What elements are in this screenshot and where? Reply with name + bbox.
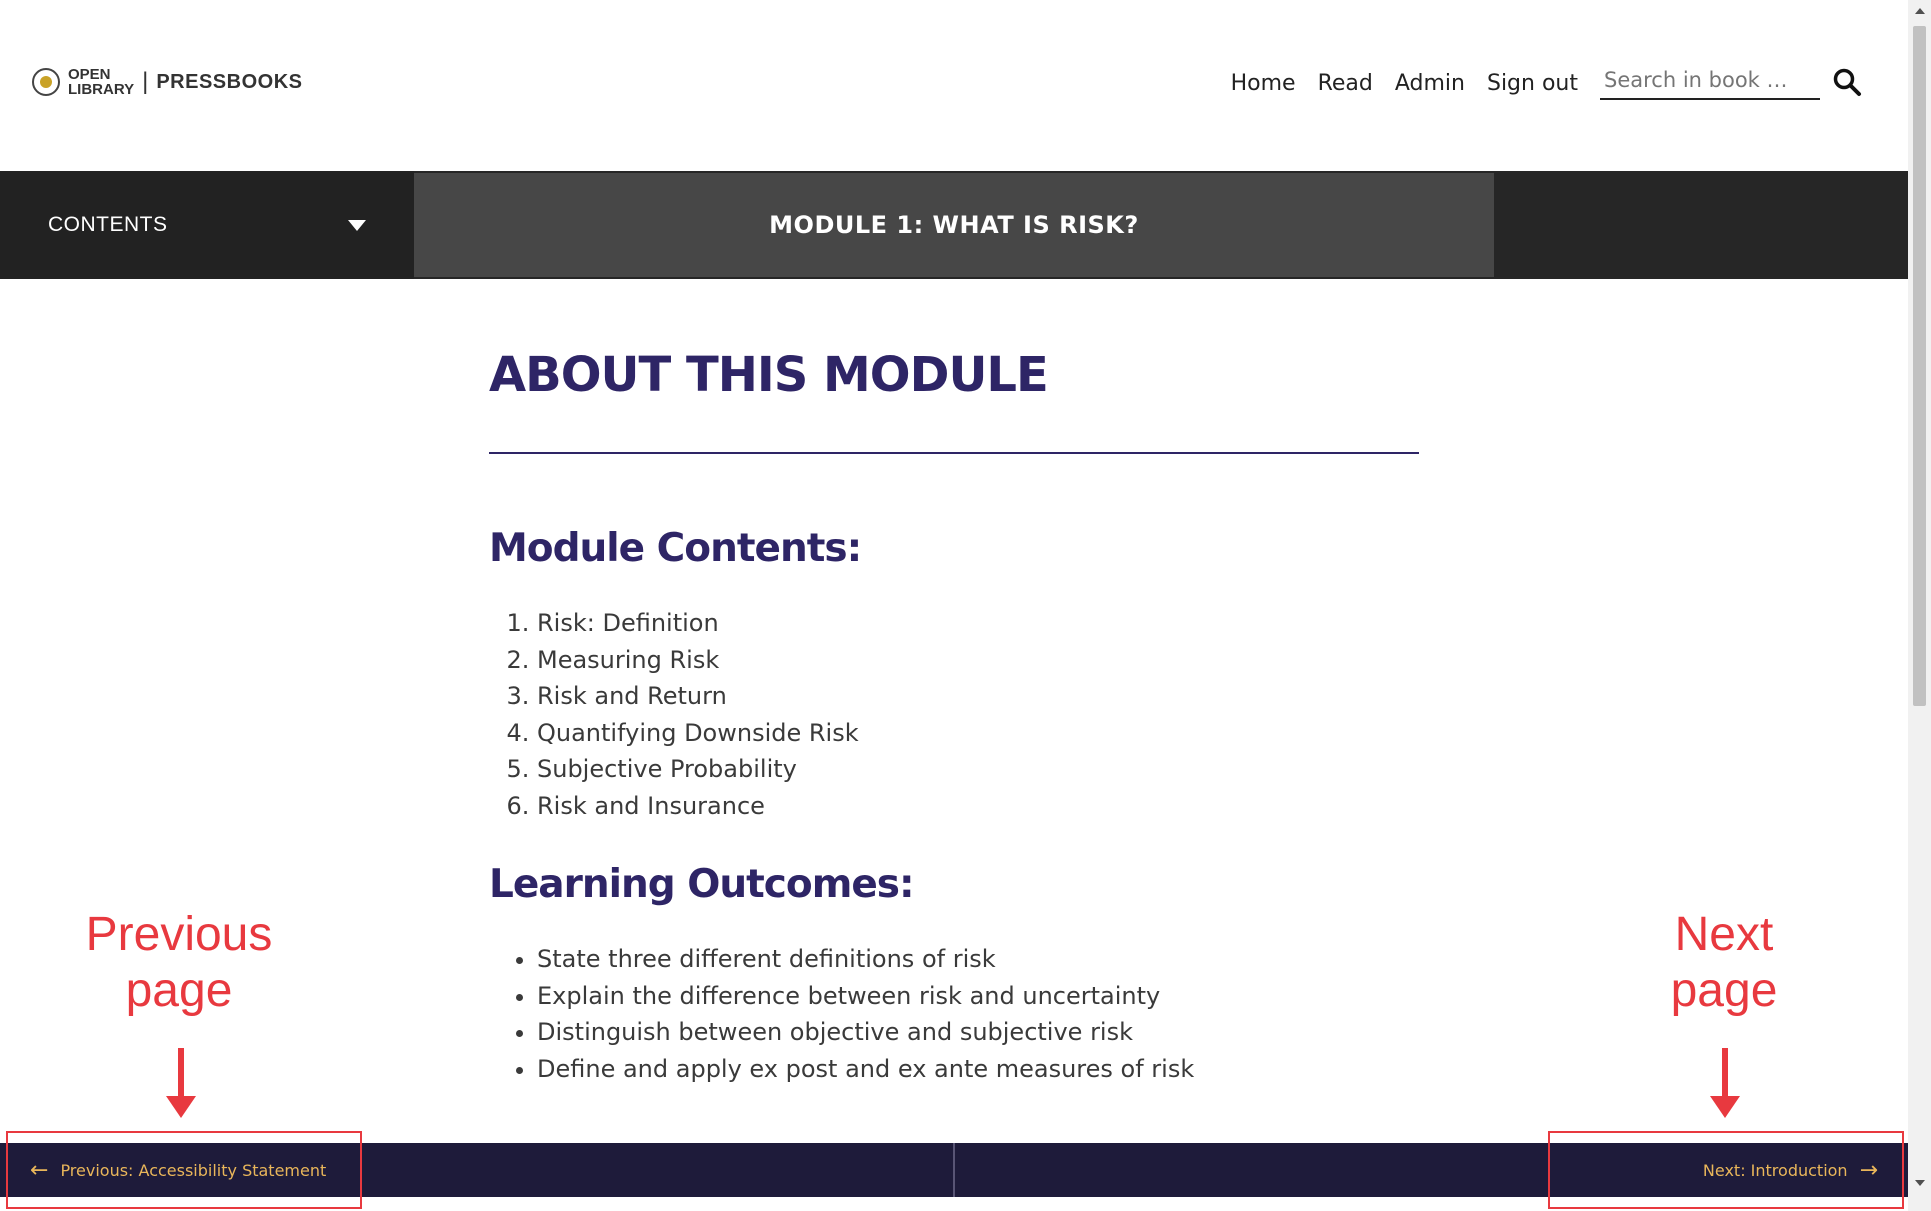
nav-admin[interactable]: Admin [1395, 71, 1465, 96]
logo-pressbooks: PRESSBOOKS [156, 70, 303, 93]
book-navbar: CONTENTS MODULE 1: WHAT IS RISK? [0, 171, 1908, 279]
contents-label: CONTENTS [48, 213, 168, 236]
annotation-prev-line2: page [125, 964, 233, 1017]
nav-sign-out[interactable]: Sign out [1487, 71, 1578, 96]
module-title-bar: MODULE 1: WHAT IS RISK? [414, 173, 1494, 277]
search-icon [1833, 68, 1861, 96]
annotation-prev-line1: Previous [85, 908, 273, 961]
page-title: ABOUT THIS MODULE [489, 347, 1049, 403]
nav-read[interactable]: Read [1318, 71, 1373, 96]
scroll-thumb[interactable] [1913, 26, 1926, 706]
nav-divider [953, 1143, 955, 1197]
chapter-content: ABOUT THIS MODULE Module Contents: Risk:… [489, 340, 1419, 1087]
list-item: Measuring Risk [537, 642, 1419, 679]
annotation-highlight-previous [6, 1131, 362, 1209]
list-item: State three different definitions of ris… [537, 941, 1419, 978]
search-button[interactable] [1830, 66, 1864, 100]
scroll-down-icon[interactable] [1915, 1180, 1925, 1186]
search-form [1600, 66, 1864, 100]
annotation-next-line1: Next [1674, 908, 1774, 961]
annotation-arrow-down-icon [166, 1048, 196, 1118]
list-item: Distinguish between objective and subjec… [537, 1014, 1419, 1051]
title-divider [489, 452, 1419, 454]
contents-toggle[interactable]: CONTENTS [0, 171, 414, 279]
annotation-highlight-next [1548, 1131, 1904, 1209]
annotation-next-line2: page [1670, 964, 1778, 1017]
scroll-up-icon[interactable] [1915, 8, 1925, 14]
site-logo[interactable]: OPEN LIBRARY | PRESSBOOKS [32, 67, 303, 97]
learning-outcomes-list: State three different definitions of ris… [489, 941, 1419, 1087]
nav-home[interactable]: Home [1231, 71, 1296, 96]
logo-line2: LIBRARY [68, 81, 135, 98]
list-item: Define and apply ex post and ex ante mea… [537, 1051, 1419, 1088]
open-library-seal-icon [32, 68, 60, 96]
list-item: Risk and Return [537, 678, 1419, 715]
logo-open-library: OPEN LIBRARY [68, 67, 134, 97]
list-item: Risk and Insurance [537, 788, 1419, 825]
module-contents-list: Risk: Definition Measuring Risk Risk and… [489, 605, 1419, 824]
module-title: MODULE 1: WHAT IS RISK? [769, 211, 1139, 239]
caret-down-icon [348, 219, 366, 231]
list-item: Subjective Probability [537, 751, 1419, 788]
learning-outcomes-heading: Learning Outcomes: [489, 862, 915, 907]
list-item: Explain the difference between risk and … [537, 978, 1419, 1015]
top-nav: Home Read Admin Sign out [1209, 66, 1864, 100]
list-item: Quantifying Downside Risk [537, 715, 1419, 752]
list-item: Risk: Definition [537, 605, 1419, 642]
annotation-previous-page: Previous page [70, 907, 288, 1019]
annotation-next-page: Next page [1622, 907, 1826, 1019]
site-header: OPEN LIBRARY | PRESSBOOKS Home Read Admi… [0, 0, 1908, 172]
page-scrollbar[interactable] [1908, 0, 1931, 1211]
search-input[interactable] [1600, 66, 1820, 100]
module-contents-heading: Module Contents: [489, 526, 862, 571]
logo-separator: | [142, 68, 149, 95]
annotation-arrow-down-icon [1710, 1048, 1740, 1118]
